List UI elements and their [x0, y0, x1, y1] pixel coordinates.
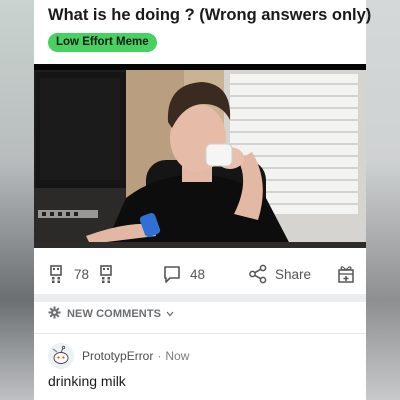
background-left — [0, 0, 34, 400]
share-icon — [248, 264, 268, 284]
comment-separator: · — [157, 349, 162, 363]
downvote-icon — [98, 264, 114, 284]
comment-count: 48 — [190, 266, 206, 282]
share-button[interactable]: Share — [248, 258, 311, 290]
sort-label: NEW COMMENTS — [67, 308, 162, 320]
share-label: Share — [275, 266, 312, 282]
award-icon — [336, 264, 356, 284]
vote-count: 78 — [74, 266, 90, 282]
comments-button[interactable]: 48 — [162, 258, 205, 290]
post-media[interactable] — [34, 64, 366, 248]
comment-body: drinking milk — [48, 373, 126, 389]
comment-header: PrototypError · Now — [48, 343, 189, 369]
post-title[interactable]: What is he doing ? (Wrong answers only) — [48, 6, 371, 25]
post-actions: 78 48 Share — [34, 258, 366, 290]
video-frame — [34, 64, 366, 248]
upvote-icon — [48, 264, 64, 284]
comments-divider — [34, 333, 366, 334]
comment-time: Now — [165, 349, 190, 363]
comment-icon — [162, 264, 182, 284]
award-button[interactable] — [336, 258, 356, 290]
chevron-down-icon — [166, 308, 174, 320]
comment-sort-button[interactable]: NEW COMMENTS — [48, 305, 174, 323]
post-flair[interactable]: Low Effort Meme — [48, 33, 157, 52]
post-card: What is he doing ? (Wrong answers only) … — [34, 0, 371, 400]
section-divider — [34, 294, 366, 302]
avatar[interactable] — [48, 343, 74, 369]
upvote-button[interactable] — [48, 258, 64, 290]
background-right — [366, 0, 400, 400]
downvote-button[interactable] — [98, 258, 114, 290]
comment-username[interactable]: PrototypError — [82, 349, 153, 363]
sort-icon — [48, 306, 61, 322]
